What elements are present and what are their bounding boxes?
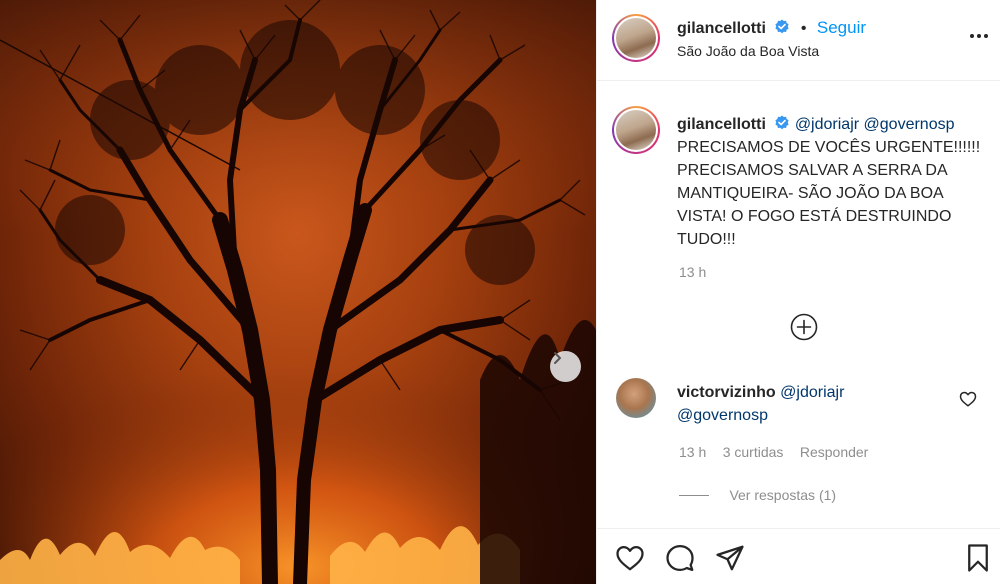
comment-mention-link[interactable]: @jdoriajr: [780, 384, 844, 401]
post-caption: gilancellotti @jdoriajr @governosp PRECI…: [677, 113, 992, 251]
comment-likes-count[interactable]: 3 curtidas: [723, 444, 784, 460]
caption-mention-link[interactable]: @jdoriajr: [795, 116, 859, 133]
caption-line: VISTA! O FOGO ESTÁ DESTRUINDO: [677, 208, 952, 225]
post-location[interactable]: São João da Boa Vista: [677, 43, 819, 59]
bookmark-icon: [968, 544, 988, 572]
comment-like-button[interactable]: [959, 390, 977, 408]
next-photo-button[interactable]: [550, 351, 581, 382]
caption-mention-link[interactable]: @governosp: [864, 116, 955, 133]
comment-meta: 13 h 3 curtidas Responder: [679, 444, 868, 462]
verified-badge-icon: [775, 115, 789, 130]
separator-dot: •: [800, 20, 807, 37]
chevron-right-icon: [554, 352, 561, 364]
follow-button[interactable]: Seguir: [817, 18, 866, 37]
replies-divider: [679, 495, 709, 497]
comment-timestamp[interactable]: 13 h: [679, 444, 706, 460]
caption-line: MANTIQUEIRA- SÃO JOÃO DA BOA: [677, 185, 944, 202]
caption-author-avatar[interactable]: [612, 106, 660, 154]
send-icon: [716, 545, 744, 571]
save-button[interactable]: [965, 543, 991, 573]
commenter-avatar[interactable]: [616, 378, 656, 418]
like-button[interactable]: [615, 543, 645, 573]
author-username[interactable]: gilancellotti: [677, 20, 766, 37]
caption-line: TUDO!!!: [677, 231, 736, 248]
caption-line: PRECISAMOS DE VOCÊS URGENTE!!!!!!: [677, 139, 981, 156]
reply-button[interactable]: Responder: [800, 444, 869, 460]
caption-line: PRECISAMOS SALVAR A SERRA DA: [677, 162, 948, 179]
fire-tree-image: [0, 0, 596, 584]
post-action-bar: [597, 528, 1000, 584]
caption-timestamp[interactable]: 13 h: [679, 264, 706, 280]
plus-circle-icon: [790, 313, 818, 341]
post-header: gilancellotti • Seguir São João da Boa V…: [597, 0, 1000, 81]
view-replies-button[interactable]: Ver respostas (1): [679, 487, 836, 505]
heart-icon: [616, 546, 644, 571]
more-options-icon: [970, 34, 988, 38]
comment-icon: [666, 545, 694, 571]
comment-button[interactable]: [665, 543, 695, 573]
load-more-comments-button[interactable]: [790, 313, 818, 341]
comment-text: victorvizinho @jdoriajr @governosp: [677, 381, 957, 427]
heart-icon: [959, 391, 977, 407]
verified-badge-icon: [775, 19, 789, 34]
author-avatar[interactable]: [612, 14, 660, 62]
share-button[interactable]: [715, 543, 745, 573]
caption-username[interactable]: gilancellotti: [677, 116, 766, 133]
comment-mention-link[interactable]: @governosp: [677, 407, 768, 424]
commenter-username[interactable]: victorvizinho: [677, 384, 776, 401]
post-details-panel: gilancellotti • Seguir São João da Boa V…: [596, 0, 1000, 584]
more-options-button[interactable]: [967, 26, 991, 46]
post-photo[interactable]: [0, 0, 596, 584]
view-replies-label: Ver respostas (1): [729, 487, 837, 503]
